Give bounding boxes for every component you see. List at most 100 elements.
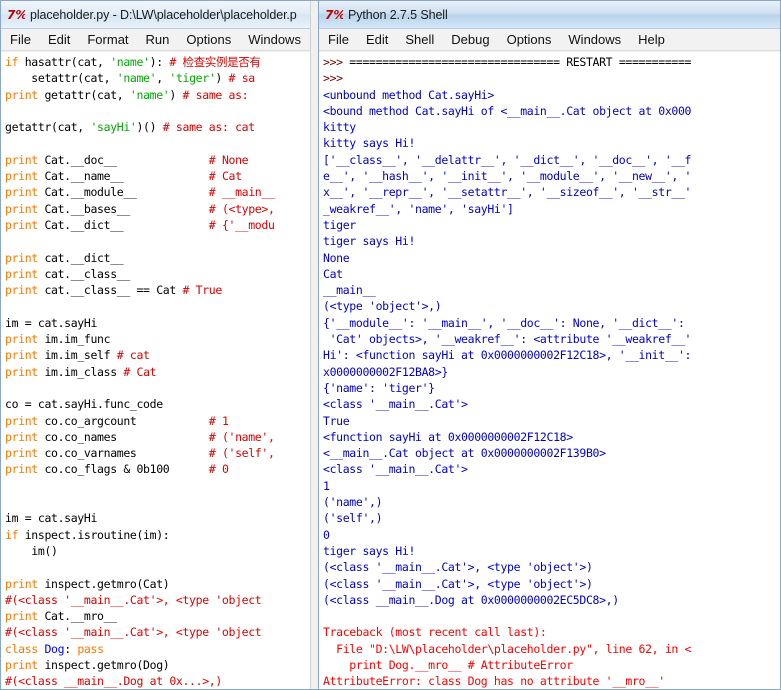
text-line: (<type 'object'>,) bbox=[323, 298, 780, 314]
text-run: im() bbox=[5, 543, 58, 558]
shell-titlebar[interactable]: 7% Python 2.7.5 Shell bbox=[319, 1, 780, 29]
text-run: #(<class '__main__.Cat'>, <type 'object bbox=[5, 592, 262, 607]
text-run: # Cat bbox=[208, 169, 242, 184]
text-run: kitty says Hi! bbox=[323, 136, 416, 151]
shell-menubar[interactable]: File Edit Shell Debug Options Windows He… bbox=[319, 29, 780, 51]
text-run: 1 bbox=[323, 478, 330, 493]
text-line: #(<class '__main__.Cat'>, <type 'object bbox=[5, 592, 319, 608]
shell-menu-debug[interactable]: Debug bbox=[451, 32, 498, 47]
text-line: print inspect.getmro(Cat) bbox=[5, 576, 319, 592]
text-line: kitty says Hi! bbox=[323, 135, 780, 151]
text-run: # {'__modu bbox=[208, 217, 275, 232]
text-run: AttributeError: class Dog has no attribu… bbox=[323, 674, 665, 689]
menu-edit[interactable]: Edit bbox=[48, 32, 79, 47]
text-line: print Cat.__doc__ # None bbox=[5, 152, 319, 168]
text-line: tiger says Hi! bbox=[323, 233, 780, 249]
text-run: 'name' bbox=[116, 71, 157, 86]
text-line: tiger says Hi! bbox=[323, 543, 780, 559]
text-line bbox=[5, 103, 319, 119]
text-run: Dog bbox=[44, 641, 65, 656]
text-line: None bbox=[323, 250, 780, 266]
text-line: print inspect.getmro(Dog) bbox=[5, 657, 319, 673]
text-line: print im.im_class # Cat bbox=[5, 364, 319, 380]
text-line bbox=[5, 233, 319, 249]
shell-menu-windows[interactable]: Windows bbox=[568, 32, 630, 47]
text-run: Traceback (most recent call last): bbox=[323, 625, 547, 640]
text-line: 'Cat' objects>, '__weakref__': <attribut… bbox=[323, 331, 780, 347]
menu-windows[interactable]: Windows bbox=[248, 32, 310, 47]
shell-menu-edit[interactable]: Edit bbox=[366, 32, 397, 47]
text-line: print Cat.__bases__ # (<type>, bbox=[5, 201, 319, 217]
idle-editor-window[interactable]: 7% placeholder.py - D:\LW\placeholder\pl… bbox=[0, 0, 320, 690]
text-run: <class '__main__.Cat'> bbox=[323, 397, 468, 412]
text-run: 'sayHi' bbox=[90, 120, 137, 135]
text-line: class Dog: pass bbox=[5, 641, 319, 657]
text-run: co = cat.sayHi.func_code bbox=[5, 397, 163, 412]
text-run: ) bbox=[215, 71, 229, 86]
text-line bbox=[323, 608, 780, 624]
shell-output-text[interactable]: >>> ================================ RES… bbox=[319, 52, 780, 689]
text-run: Cat.__bases__ bbox=[44, 201, 209, 216]
text-run: inspect.getmro(Dog) bbox=[44, 657, 170, 672]
text-run: <class '__main__.Cat'> bbox=[323, 462, 468, 477]
menu-file[interactable]: File bbox=[10, 32, 40, 47]
shell-menu-file[interactable]: File bbox=[328, 32, 358, 47]
text-line: e__', '__hash__', '__init__', '__module_… bbox=[323, 168, 780, 184]
text-line: {'name': 'tiger'} bbox=[323, 380, 780, 396]
text-run: im = cat.sayHi bbox=[5, 315, 98, 330]
text-line: if hasattr(cat, 'name'): # 检查实例是否有 bbox=[5, 54, 319, 70]
text-run: {'__module__': '__main__', '__doc__': No… bbox=[323, 315, 692, 330]
text-run: # Cat bbox=[123, 364, 157, 379]
text-line: <class '__main__.Cat'> bbox=[323, 461, 780, 477]
python-logo-icon: 7% bbox=[325, 7, 343, 23]
svg-text:7%: 7% bbox=[7, 8, 25, 22]
text-run: print Dog.__mro__ # AttributeError bbox=[323, 657, 573, 672]
text-run: if bbox=[5, 527, 25, 542]
text-line bbox=[5, 298, 319, 314]
text-line: ('self',) bbox=[323, 510, 780, 526]
text-line: print Cat.__dict__ # {'__modu bbox=[5, 217, 319, 233]
text-line: print cat.__class__ bbox=[5, 266, 319, 282]
text-run: : bbox=[64, 641, 78, 656]
shell-menu-shell[interactable]: Shell bbox=[405, 32, 443, 47]
text-run: #(<class '__main__.Cat'>, <type 'object bbox=[5, 625, 262, 640]
editor-title: placeholder.py - D:\LW\placeholder\place… bbox=[30, 7, 297, 22]
text-run: # (<type>, bbox=[208, 201, 275, 216]
text-line bbox=[5, 559, 319, 575]
shell-menu-help[interactable]: Help bbox=[638, 32, 674, 47]
text-line: co = cat.sayHi.func_code bbox=[5, 396, 319, 412]
editor-menubar[interactable]: File Edit Format Run Options Windows Hel bbox=[1, 29, 319, 51]
svg-text:7%: 7% bbox=[325, 8, 343, 22]
editor-titlebar[interactable]: 7% placeholder.py - D:\LW\placeholder\pl… bbox=[1, 1, 319, 29]
desktop: 7% placeholder.py - D:\LW\placeholder\pl… bbox=[0, 0, 781, 690]
text-run: getattr(cat, bbox=[44, 87, 130, 102]
text-run: im.im_func bbox=[44, 332, 111, 347]
text-line: print im.im_self # cat bbox=[5, 347, 319, 363]
text-line bbox=[5, 135, 319, 151]
shell-menu-options[interactable]: Options bbox=[507, 32, 561, 47]
menu-run[interactable]: Run bbox=[146, 32, 179, 47]
text-run: cat.__dict__ bbox=[44, 250, 124, 265]
text-line: print getattr(cat, 'name') # same as: bbox=[5, 87, 319, 103]
text-line: <class '__main__.Cat'> bbox=[323, 396, 780, 412]
text-line: kitty bbox=[323, 119, 780, 135]
text-run: (<class '__main__.Cat'>, <type 'object'>… bbox=[323, 576, 593, 591]
text-line: setattr(cat, 'name', 'tiger') # sa bbox=[5, 70, 319, 86]
menu-format[interactable]: Format bbox=[87, 32, 137, 47]
text-run: 'name' bbox=[129, 87, 170, 102]
text-line bbox=[5, 478, 319, 494]
text-line: print co.co_flags & 0b100 # 0 bbox=[5, 461, 319, 477]
text-run: _weakref__', 'name', 'sayHi'] bbox=[323, 201, 514, 216]
code-editor-text[interactable]: if hasattr(cat, 'name'): # 检查实例是否有 setat… bbox=[1, 52, 319, 689]
python-shell-window[interactable]: 7% Python 2.7.5 Shell File Edit Shell De… bbox=[318, 0, 781, 690]
text-run: print bbox=[5, 217, 45, 232]
text-line: {'__module__': '__main__', '__doc__': No… bbox=[323, 315, 780, 331]
text-line: im = cat.sayHi bbox=[5, 510, 319, 526]
text-run: getattr(cat, bbox=[5, 120, 91, 135]
text-run: co.co_names bbox=[44, 429, 209, 444]
text-run: print bbox=[5, 185, 45, 200]
menu-options[interactable]: Options bbox=[186, 32, 240, 47]
text-run: <bound method Cat.sayHi of <__main__.Cat… bbox=[323, 103, 692, 118]
text-line: tiger bbox=[323, 217, 780, 233]
text-run: inspect.getmro(Cat) bbox=[44, 576, 170, 591]
